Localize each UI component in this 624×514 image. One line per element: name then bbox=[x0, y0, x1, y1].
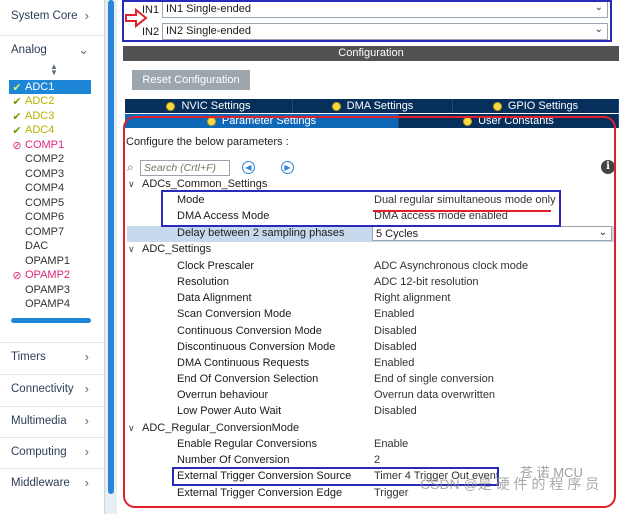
peripheral-item-comp3[interactable]: COMP3 bbox=[9, 167, 91, 181]
prohibited-icon: ⊘ bbox=[12, 269, 22, 282]
peripheral-label: OPAMP4 bbox=[25, 298, 71, 310]
peripheral-label: COMP2 bbox=[25, 153, 65, 165]
tab-label: GPIO Settings bbox=[507, 100, 579, 112]
tab-label: NVIC Settings bbox=[181, 100, 251, 112]
annotation-arrow-icon bbox=[125, 8, 148, 28]
peripheral-label: COMP7 bbox=[25, 226, 65, 238]
category-label: System Core bbox=[11, 10, 78, 22]
peripheral-item-opamp2[interactable]: ⊘ OPAMP2 bbox=[9, 268, 91, 282]
peripheral-item-adc3[interactable]: ✔ ADC3 bbox=[9, 109, 91, 123]
category-label: Middleware bbox=[11, 476, 70, 489]
peripheral-label: ADC3 bbox=[25, 110, 55, 122]
annotation-box-mode bbox=[161, 190, 561, 227]
peripheral-label: COMP3 bbox=[25, 168, 65, 180]
peripheral-label: ADC2 bbox=[25, 95, 55, 107]
sidebar: System Core › Analog ⌄ ▲ ▼ ✔ ADC1 ✔ ADC2 ✔ ADC… bbox=[0, 0, 105, 514]
peripheral-label: COMP4 bbox=[25, 182, 65, 194]
peripheral-label: OPAMP1 bbox=[25, 255, 71, 267]
reset-configuration-button[interactable]: Reset Configuration bbox=[132, 70, 250, 90]
category-label: Timers bbox=[11, 350, 46, 363]
peripheral-item-comp6[interactable]: COMP6 bbox=[9, 210, 91, 224]
peripheral-label: COMP6 bbox=[25, 211, 65, 223]
check-icon: ✔ bbox=[12, 95, 22, 108]
category-analog[interactable]: Analog ⌄ bbox=[0, 35, 104, 63]
peripheral-item-comp1[interactable]: ⊘ COMP1 bbox=[9, 138, 91, 152]
category-label: Analog bbox=[11, 43, 47, 56]
category-computing[interactable]: Computing › bbox=[0, 437, 104, 465]
peripheral-item-comp5[interactable]: COMP5 bbox=[9, 196, 91, 210]
prohibited-icon: ⊘ bbox=[12, 139, 22, 152]
peripheral-label: ADC1 bbox=[25, 81, 55, 93]
peripheral-item-comp2[interactable]: COMP2 bbox=[9, 152, 91, 166]
chevron-down-icon: ⌄ bbox=[78, 42, 89, 57]
category-system-core[interactable]: System Core › bbox=[0, 2, 104, 30]
chevron-right-icon: › bbox=[84, 381, 89, 396]
peripheral-item-comp4[interactable]: COMP4 bbox=[9, 181, 91, 195]
status-dot-icon bbox=[166, 101, 176, 111]
peripheral-label: OPAMP3 bbox=[25, 284, 71, 296]
peripheral-label: COMP1 bbox=[25, 139, 65, 151]
category-middleware[interactable]: Middleware › bbox=[0, 468, 104, 496]
category-multimedia[interactable]: Multimedia › bbox=[0, 406, 104, 434]
annotation-outline-parameters bbox=[123, 116, 616, 508]
peripheral-item-opamp4[interactable]: OPAMP4 bbox=[9, 297, 91, 311]
category-label: Multimedia bbox=[11, 414, 67, 427]
watermark-brand: 苍 诺 MCU bbox=[520, 465, 583, 480]
status-dot-icon bbox=[492, 101, 502, 111]
configuration-header: Configuration bbox=[123, 46, 619, 61]
check-icon: ✔ bbox=[12, 110, 22, 123]
chevron-right-icon: › bbox=[84, 413, 89, 428]
peripheral-item-opamp1[interactable]: OPAMP1 bbox=[9, 254, 91, 268]
peripheral-item-dac[interactable]: DAC bbox=[9, 239, 91, 253]
chevron-right-icon: › bbox=[84, 349, 89, 364]
sidebar-scrollbar[interactable] bbox=[11, 318, 91, 323]
tab-gpio-settings[interactable]: GPIO Settings bbox=[453, 99, 619, 113]
category-timers[interactable]: Timers › bbox=[0, 342, 104, 370]
annotation-underline bbox=[373, 210, 551, 212]
sort-icon[interactable]: ▲ ▼ bbox=[50, 63, 58, 77]
chevron-right-icon: › bbox=[84, 475, 89, 490]
category-label: Connectivity bbox=[11, 382, 74, 395]
peripheral-item-comp7[interactable]: COMP7 bbox=[9, 225, 91, 239]
peripheral-item-adc1[interactable]: ✔ ADC1 bbox=[9, 80, 91, 94]
check-icon: ✔ bbox=[12, 124, 22, 137]
annotation-box-inputs bbox=[122, 0, 612, 42]
category-label: Computing bbox=[11, 445, 67, 458]
check-icon: ✔ bbox=[12, 81, 22, 94]
chevron-right-icon: › bbox=[84, 444, 89, 459]
vertical-scroll-thumb[interactable] bbox=[108, 0, 114, 494]
status-dot-icon bbox=[331, 101, 341, 111]
chevron-right-icon: › bbox=[84, 8, 89, 23]
tab-label: DMA Settings bbox=[346, 100, 414, 112]
peripheral-label: OPAMP2 bbox=[25, 269, 71, 281]
tab-nvic-settings[interactable]: NVIC Settings bbox=[125, 99, 293, 113]
category-connectivity[interactable]: Connectivity › bbox=[0, 374, 104, 402]
peripheral-label: COMP5 bbox=[25, 197, 65, 209]
peripheral-item-adc2[interactable]: ✔ ADC2 bbox=[9, 94, 91, 108]
config-panel: IN1 IN1 Single-ended ⌄ IN2 IN2 Single-en… bbox=[120, 0, 624, 514]
peripheral-label: ADC4 bbox=[25, 124, 55, 136]
peripheral-item-adc4[interactable]: ✔ ADC4 bbox=[9, 123, 91, 137]
tab-dma-settings[interactable]: DMA Settings bbox=[293, 99, 453, 113]
peripheral-item-opamp3[interactable]: OPAMP3 bbox=[9, 283, 91, 297]
peripheral-label: DAC bbox=[25, 240, 49, 252]
